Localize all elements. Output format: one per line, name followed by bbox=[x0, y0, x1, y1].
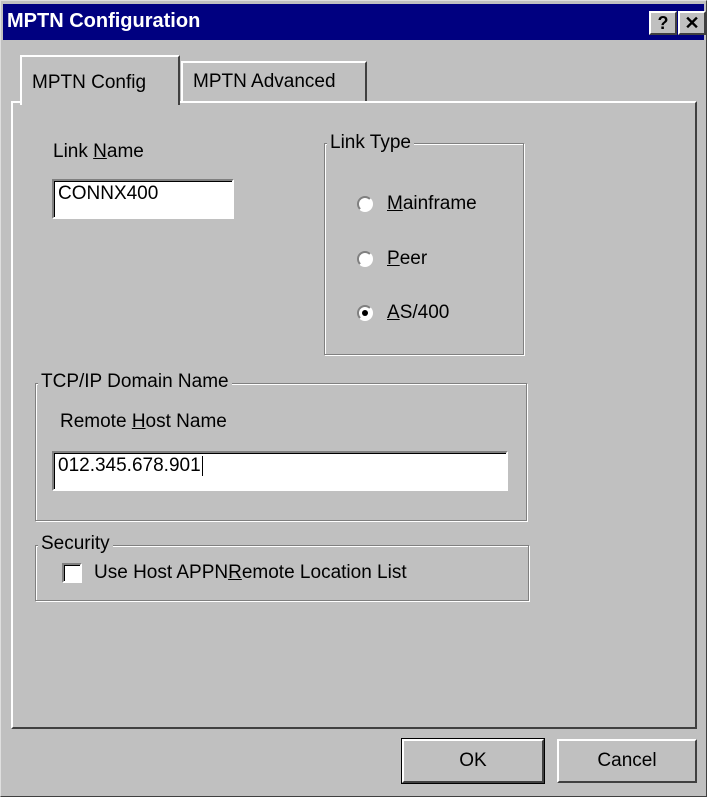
tab-mptn-advanced[interactable]: MPTN Advanced bbox=[181, 61, 367, 101]
remote-host-input[interactable]: 012.345.678.901 bbox=[52, 451, 508, 491]
link-name-input[interactable]: CONNX400 bbox=[52, 179, 234, 219]
radio-button[interactable] bbox=[357, 251, 373, 267]
tab-panel: Link Name CONNX400 Link Type Mainframe P… bbox=[11, 101, 697, 729]
link-type-legend: Link Type bbox=[327, 132, 414, 154]
tab-mptn-config[interactable]: MPTN Config bbox=[20, 55, 180, 105]
radio-button-selected[interactable] bbox=[357, 305, 373, 321]
help-button[interactable]: ? bbox=[649, 11, 677, 35]
close-button[interactable]: ✕ bbox=[678, 11, 706, 35]
use-host-appn-checkbox[interactable] bbox=[62, 563, 82, 583]
text-cursor bbox=[201, 455, 203, 476]
link-name-label: Link Name bbox=[53, 141, 144, 162]
radio-button[interactable] bbox=[357, 196, 373, 212]
tcpip-domain-legend: TCP/IP Domain Name bbox=[38, 371, 232, 393]
tcpip-domain-group: TCP/IP Domain Name Remote Host Name 012.… bbox=[35, 371, 527, 521]
security-group: Security Use Host APPN Remote Location L… bbox=[35, 533, 529, 601]
radio-mainframe[interactable]: Mainframe bbox=[357, 193, 477, 215]
mptn-configuration-dialog: MPTN Configuration ? ✕ Link Name CONNX40… bbox=[0, 0, 707, 797]
use-host-appn-checkbox-row[interactable]: Use Host APPN Remote Location List bbox=[62, 562, 407, 584]
radio-as400[interactable]: A S/400 bbox=[357, 302, 449, 324]
question-icon: ? bbox=[657, 12, 669, 33]
title-bar[interactable]: MPTN Configuration ? ✕ bbox=[3, 4, 706, 40]
radio-peer[interactable]: Peer bbox=[357, 248, 427, 270]
window-title: MPTN Configuration bbox=[7, 10, 201, 32]
cancel-button[interactable]: Cancel bbox=[557, 739, 697, 783]
close-icon: ✕ bbox=[684, 12, 700, 33]
remote-host-label: Remote Host Name bbox=[60, 411, 227, 432]
security-legend: Security bbox=[38, 533, 113, 555]
ok-button[interactable]: OK bbox=[401, 738, 545, 784]
link-type-group: Link Type Mainframe Peer A S/400 bbox=[324, 132, 524, 355]
